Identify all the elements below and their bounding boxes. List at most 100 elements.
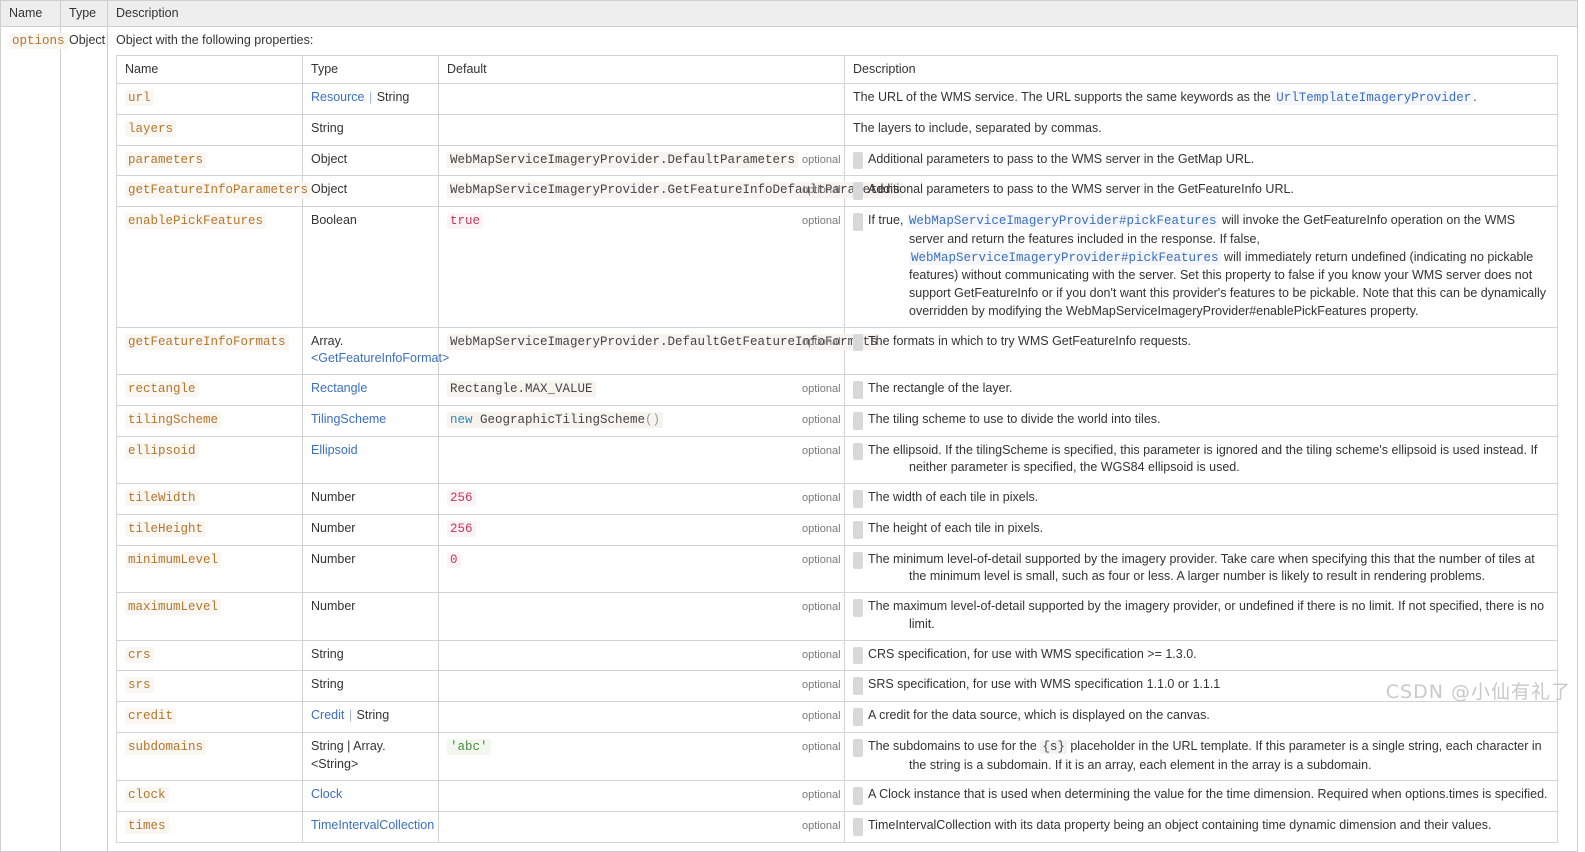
cell-property-type: String <box>302 639 439 672</box>
default-literal: 256 <box>447 490 476 506</box>
description-body: The maximum level-of-detail supported by… <box>868 599 1545 631</box>
cell-property-name: tileWidth <box>116 483 303 515</box>
cell-property-type: Number <box>302 592 439 641</box>
description-text: optional Additional parameters to pass to… <box>802 181 1549 200</box>
param-name-enablePickFeatures: enablePickFeatures <box>125 213 267 229</box>
cell-property-default <box>438 780 845 812</box>
table-row: getFeatureInfoFormats Array. <GetFeatureIn… <box>116 326 1558 375</box>
type-text: String <box>311 646 344 661</box>
cell-property-description: optional The width of each tile in pixels… <box>802 483 1558 515</box>
type-text: Number <box>311 490 356 504</box>
cell-property-type: Object <box>302 175 439 207</box>
description-body: The width of each tile in pixels. <box>868 490 1039 504</box>
cell-property-name: times <box>116 811 303 843</box>
outer-header-type: Type <box>60 0 108 27</box>
description-body: The layers to include, separated by comm… <box>853 120 1102 135</box>
cell-property-name: maximumLevel <box>116 592 303 641</box>
param-name-subdomains: subdomains <box>125 738 207 755</box>
param-name-crs: crs <box>125 646 154 663</box>
table-row: url Resource | String The URL of the WMS s… <box>116 83 1558 115</box>
outer-row-options: options Object Object with the following… <box>0 26 1578 852</box>
description-body: Additional parameters to pass to the WMS… <box>868 182 1294 197</box>
options-properties-table: Name Type Default Description url Resourc… <box>116 55 1558 843</box>
default-value: WebMapServiceImageryProvider.DefaultPara… <box>447 151 799 168</box>
outer-header-description: Description <box>107 0 1578 27</box>
inner-header-name: Name <box>116 55 303 84</box>
param-type-options: Object <box>69 33 106 47</box>
cell-property-description: optional CRS specification, for use with … <box>802 639 1558 672</box>
status-badge-optional: optional <box>802 411 863 430</box>
cell-property-default: 'abc' <box>438 731 845 782</box>
param-name-tilingScheme: tilingScheme <box>125 411 222 428</box>
outer-cell-description: Object with the following properties: Na… <box>107 26 1578 852</box>
cell-property-default: WebMapServiceImageryProvider.DefaultGetF… <box>438 326 881 375</box>
cell-property-default: 0 <box>438 544 845 593</box>
description-text: The layers to include, separated by comm… <box>853 121 1102 135</box>
cell-property-type: TilingScheme <box>302 404 439 437</box>
cell-property-default <box>438 435 845 484</box>
cell-property-type: String <box>302 670 439 702</box>
param-name-rectangle: rectangle <box>125 381 199 397</box>
description-text: optional The ellipsoid. If the tilingSche… <box>802 442 1549 478</box>
cell-property-default: 256 <box>438 513 845 546</box>
type-text: Number <box>311 551 356 566</box>
type-link-Clock[interactable]: Clock <box>311 787 342 801</box>
type-link-Ellipsoid[interactable]: Ellipsoid <box>311 443 358 457</box>
param-name-getFeatureInfoFormats: getFeatureInfoFormats <box>125 333 289 350</box>
type-link-Resource[interactable]: Resource <box>311 90 365 104</box>
cell-property-type: String | Array.<String> <box>302 731 439 782</box>
description-text: optional The rectangle of the layer. <box>802 380 1549 399</box>
cell-property-type: Clock <box>302 780 439 812</box>
param-name-tileHeight: tileHeight <box>125 520 207 537</box>
description-body: CRS specification, for use with WMS spec… <box>868 646 1197 661</box>
cell-property-type: Array. <GetFeatureInfoFormat> <box>302 326 449 375</box>
cell-property-description: The layers to include, separated by comm… <box>844 113 1558 146</box>
cell-property-type: Resource | String <box>302 83 439 115</box>
default-literal: true <box>447 213 484 229</box>
description-link[interactable]: UrlTemplateImageryProvider <box>1274 91 1474 105</box>
cell-property-description: optional The formats in which to try WMS … <box>802 326 1558 375</box>
param-name-maximumLevel: maximumLevel <box>125 599 222 615</box>
cell-property-default <box>438 113 845 146</box>
cell-property-name: minimumLevel <box>116 544 303 593</box>
cell-property-name: url <box>116 83 303 115</box>
status-badge-optional: optional <box>802 182 863 200</box>
description-link[interactable]: WebMapServiceImageryProvider#pickFeature… <box>906 214 1219 228</box>
status-badge-optional: optional <box>802 818 863 836</box>
type-link-getfeatureinfoformat[interactable]: <GetFeatureInfoFormat> <box>311 351 449 365</box>
cell-property-description: optional SRS specification, for use with … <box>802 670 1558 702</box>
param-name-ellipsoid: ellipsoid <box>125 442 199 459</box>
description-text: optional The height of each tile in pixel… <box>802 520 1549 539</box>
description-body: The ellipsoid. If the tilingScheme is sp… <box>868 442 1538 475</box>
cell-property-default: WebMapServiceImageryProvider.GetFeatureI… <box>438 175 904 207</box>
type-text: String <box>376 90 410 104</box>
type-link-Rectangle[interactable]: Rectangle <box>311 381 367 395</box>
cell-property-name: clock <box>116 780 303 812</box>
default-string-literal: 'abc' <box>447 738 491 755</box>
cell-property-description: The URL of the WMS service. The URL supp… <box>844 83 1558 115</box>
description-text: optional TimeIntervalCollection with its … <box>802 817 1549 836</box>
type-link-Credit[interactable]: Credit <box>311 708 344 722</box>
type-text: Number <box>311 599 356 613</box>
type-link-TimeIntervalCollection[interactable]: TimeIntervalCollection <box>311 818 434 832</box>
type-text: String | Array.<String> <box>311 738 386 771</box>
description-body: The formats in which to try WMS GetFeatu… <box>868 333 1192 348</box>
status-badge-optional: optional <box>802 551 863 570</box>
table-row: crs String optional CRS specification, for … <box>116 639 1558 672</box>
table-row: tileWidth Number 256 optional The width of e… <box>116 483 1558 515</box>
cell-property-type: TimeIntervalCollection <box>302 811 439 843</box>
status-badge-optional: optional <box>802 520 863 539</box>
type-text: Boolean <box>311 213 357 227</box>
type-link-TilingScheme[interactable]: TilingScheme <box>311 412 386 426</box>
description-body: The subdomains to use for the {s} placeh… <box>868 738 1542 772</box>
table-row: rectangle Rectangle Rectangle.MAX_VALUE opt… <box>116 374 1558 406</box>
cell-property-description: optional The subdomains to use for the {s… <box>802 731 1558 782</box>
outer-cell-name: options <box>0 26 68 852</box>
type-separator: | <box>365 90 376 104</box>
cell-property-description: optional The minimum level-of-detail supp… <box>802 544 1558 593</box>
cell-property-name: credit <box>116 701 303 733</box>
param-name-minimumLevel: minimumLevel <box>125 551 222 568</box>
inner-header-type: Type <box>302 55 439 84</box>
param-name-url: url <box>125 90 154 106</box>
description-link-2[interactable]: WebMapServiceImageryProvider#pickFeature… <box>909 250 1221 265</box>
